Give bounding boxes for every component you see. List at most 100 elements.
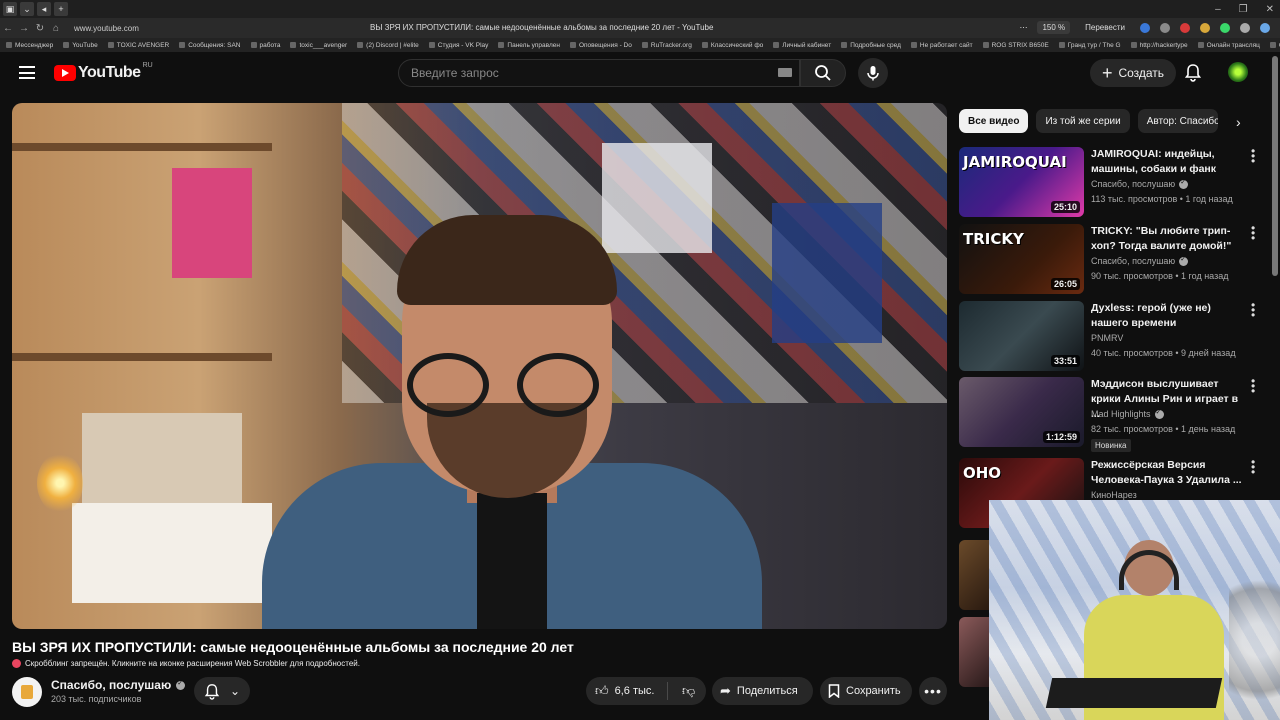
extension-icon[interactable] (1260, 22, 1270, 33)
account-avatar[interactable] (1228, 62, 1248, 82)
bookmark-item[interactable]: RuTracker.org (642, 42, 692, 49)
home-icon[interactable]: ⌂ (48, 23, 64, 34)
recommendation-thumbnail[interactable]: 1:12:59 (959, 377, 1084, 447)
youtube-header: YouTube RU + Создать (0, 52, 1280, 94)
recommendation-item[interactable]: 33:51 Духless: герой (уже не) нашего вре… (959, 299, 1264, 371)
keyboard-icon[interactable] (778, 68, 792, 77)
bookmark-item[interactable]: Оповещения - Do (570, 42, 632, 49)
new-tab-button[interactable]: + (54, 2, 68, 16)
channel-avatar[interactable] (12, 677, 42, 707)
extension-icon[interactable] (1200, 22, 1210, 33)
video-player[interactable] (12, 103, 947, 629)
recommendation-channel[interactable]: Mad Highlights (1091, 408, 1164, 419)
logo-text: YouTube (78, 64, 141, 81)
url-field[interactable]: www.youtube.com (74, 24, 139, 33)
recommendation-channel[interactable]: Спасибо, послушаю (1091, 255, 1189, 266)
active-tab[interactable]: ◂ (37, 2, 51, 16)
bookmark-item[interactable]: Классический фо (702, 42, 763, 49)
more-actions-button[interactable]: ••• (919, 677, 947, 705)
bookmark-item[interactable]: TOXIC AVENGER (108, 42, 170, 49)
more-icon[interactable]: ⋯ (1019, 23, 1027, 32)
bookmark-item[interactable]: Панель управлен (498, 42, 560, 49)
chip-same-series[interactable]: Из той же серии (1036, 109, 1130, 133)
bookmark-item[interactable]: Студия - VK Play (429, 42, 489, 49)
recommendation-title[interactable]: Духless: герой (уже не) нашего времени (1091, 301, 1246, 331)
translate-button[interactable]: Перевести (1080, 21, 1130, 34)
extension-icon[interactable] (1220, 22, 1230, 33)
recommendation-channel[interactable]: PNMRV (1091, 333, 1123, 343)
search-button[interactable] (800, 59, 846, 87)
minimize-icon[interactable]: – (1215, 4, 1221, 15)
channel-name[interactable]: Спасибо, послушаю (51, 678, 171, 692)
recommendation-thumbnail-partial[interactable] (959, 617, 989, 687)
bookmark-item[interactable]: Ос (1270, 42, 1280, 49)
recommendation-title[interactable]: Режиссёрская Версия Человека-Паука 3 Уда… (1091, 458, 1246, 488)
recommendation-thumbnail[interactable]: 33:51 (959, 301, 1084, 371)
subscriber-count: 203 тыс. подписчиков (51, 694, 142, 704)
kebab-menu-icon[interactable]: • • • (1251, 299, 1255, 321)
menu-icon[interactable] (19, 66, 35, 79)
bookmark-item[interactable]: (2) Discord | #elite (357, 42, 419, 49)
share-button[interactable]: ➦ Поделиться (712, 677, 813, 705)
save-button[interactable]: Сохранить (820, 677, 912, 705)
close-icon[interactable]: ✕ (1266, 4, 1274, 15)
recommendation-thumbnail-partial[interactable] (959, 540, 989, 610)
browser-tabbar: ▣ ⌄ ◂ + – ❐ ✕ (0, 0, 1280, 18)
youtube-play-icon (54, 65, 76, 81)
scrobbler-text: Скробблинг запрещён. Кликните на иконке … (25, 659, 360, 668)
logo-region: RU (142, 61, 153, 69)
dislike-button[interactable]: 👎︎ (674, 684, 695, 699)
scrobbler-notice[interactable]: Скробблинг запрещён. Кликните на иконке … (12, 659, 360, 668)
bookmark-item[interactable]: Онлайн трансляц (1198, 42, 1260, 49)
forward-icon[interactable]: → (16, 23, 32, 34)
reload-icon[interactable]: ↻ (32, 23, 48, 34)
zoom-indicator[interactable]: 150 % (1037, 21, 1071, 34)
bookmark-item[interactable]: Мессенджер (6, 42, 53, 49)
channel-name-row[interactable]: Спасибо, послушаю (51, 678, 186, 692)
extension-icon[interactable] (1140, 22, 1150, 33)
extension-icon[interactable] (1160, 22, 1170, 33)
bookmark-item[interactable]: Подробные сред (841, 42, 901, 49)
kebab-menu-icon[interactable]: • • • (1251, 456, 1255, 478)
kebab-menu-icon[interactable]: • • • (1251, 145, 1255, 167)
bookmark-item[interactable]: ROG STRIX B650E (983, 42, 1049, 49)
page-scrollbar[interactable] (1272, 56, 1278, 276)
bookmark-item[interactable]: работа (251, 42, 281, 49)
recommendation-channel[interactable]: Спасибо, послушаю (1091, 178, 1189, 189)
recommendation-thumbnail[interactable]: JAMIROQUAI 25:10 (959, 147, 1084, 217)
channel-label: Спасибо, послушаю (1091, 179, 1176, 189)
recommendation-item[interactable]: TRICKY 26:05 TRICKY: "Вы любите трип-хоп… (959, 222, 1264, 294)
bookmark-item[interactable]: Сообщения: SAN (179, 42, 240, 49)
subscription-notifications-button[interactable]: ⌄ (194, 677, 250, 705)
recommendation-channel[interactable]: КиноНарез (1091, 490, 1137, 500)
chevron-right-icon[interactable]: › (1236, 114, 1241, 130)
kebab-menu-icon[interactable]: • • • (1251, 222, 1255, 244)
voice-search-button[interactable] (858, 58, 888, 88)
chip-all[interactable]: Все видео (959, 109, 1029, 133)
recommendation-title[interactable]: TRICKY: "Вы любите трип-хоп? Тогда валит… (1091, 224, 1246, 254)
bookmark-item[interactable]: Гранд тур / The G (1059, 42, 1121, 49)
extension-icon[interactable] (1240, 22, 1250, 33)
tab-list-icon[interactable]: ⌄ (20, 2, 34, 16)
recommendation-item[interactable]: JAMIROQUAI 25:10 JAMIROQUAI: индейцы, ма… (959, 145, 1264, 217)
chip-author[interactable]: Автор: Спасибо (1137, 109, 1218, 133)
bookmark-item[interactable]: http://hackertype (1131, 42, 1188, 49)
extension-icon[interactable] (1180, 22, 1190, 33)
scrobbler-icon (12, 659, 21, 668)
notifications-button[interactable] (1184, 63, 1202, 87)
search-input[interactable] (399, 60, 799, 86)
recommendation-thumbnail[interactable]: TRICKY 26:05 (959, 224, 1084, 294)
tab-actions-icon[interactable]: ▣ (3, 2, 17, 16)
bookmark-item[interactable]: YouTube (63, 42, 98, 49)
youtube-logo[interactable]: YouTube RU (54, 61, 153, 82)
bookmark-item[interactable]: toxic___avenger (290, 42, 347, 49)
create-button[interactable]: + Создать (1090, 59, 1176, 87)
like-button[interactable]: 👍︎ 6,6 тыс. (586, 682, 668, 700)
back-icon[interactable]: ← (0, 23, 16, 34)
recommendation-item[interactable]: 1:12:59 Мэддисон выслушивает крики Алины… (959, 375, 1264, 452)
kebab-menu-icon[interactable]: • • • (1251, 375, 1255, 397)
recommendation-title[interactable]: JAMIROQUAI: индейцы, машины, собаки и фа… (1091, 147, 1246, 177)
maximize-icon[interactable]: ❐ (1239, 4, 1248, 15)
bookmark-item[interactable]: Не работает сайт (911, 42, 973, 49)
bookmark-item[interactable]: Личный кабинет (773, 42, 831, 49)
